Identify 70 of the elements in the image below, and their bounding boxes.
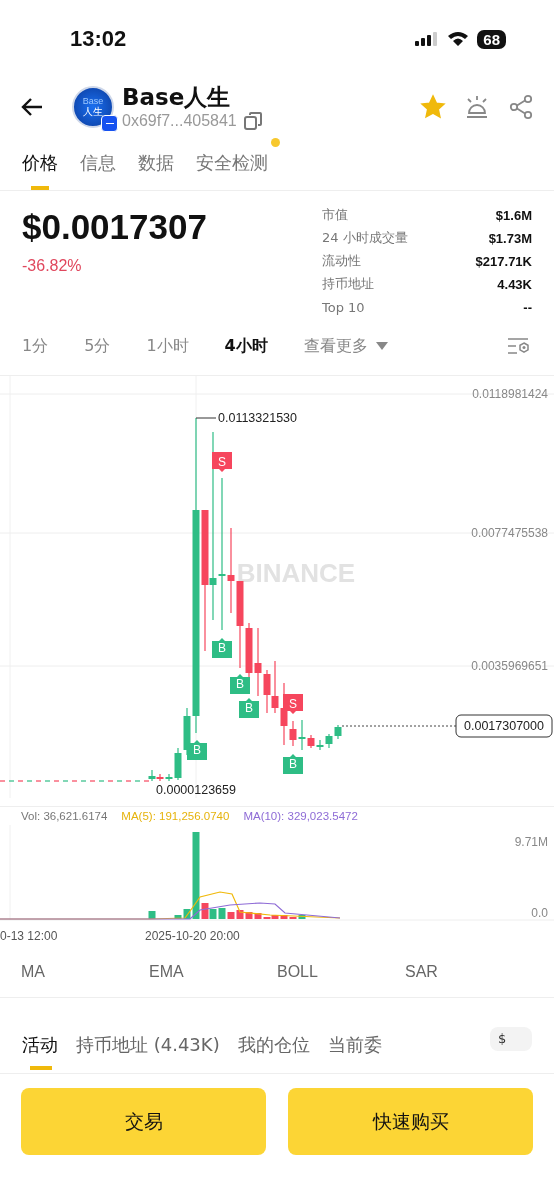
tab[interactable]: 当前委 [327, 1015, 382, 1073]
contract-address: 0x69f7...405841 [122, 112, 237, 130]
buy-marker: B [230, 674, 250, 694]
price-value: $0.0017307 [22, 206, 207, 248]
time-axis-label: 0-13 12:00 [0, 929, 58, 943]
price-axis-label: 0.0035969651 [471, 659, 548, 673]
stat-label: 24 小时成交量 [322, 229, 408, 247]
stat-value: $1.73M [488, 230, 532, 246]
back-arrow-icon[interactable] [20, 97, 44, 117]
currency-toggle[interactable]: $ [490, 1026, 532, 1051]
share-icon[interactable] [508, 94, 534, 120]
current-price-tag: 0.0017307000 [455, 714, 553, 738]
stat-label: 市值 [322, 206, 348, 224]
stat-label: 流动性 [322, 252, 361, 270]
tab[interactable]: 价格 [22, 136, 58, 190]
stat-value: -- [523, 299, 532, 315]
more-intervals-dropdown[interactable]: 查看更多 [303, 335, 388, 357]
buy-marker: B [283, 754, 303, 774]
stat-value: $217.71K [475, 253, 532, 269]
chain-badge-icon [101, 115, 118, 132]
battery-icon: 68 [477, 29, 506, 49]
interval-tab[interactable]: 1分 [22, 335, 49, 357]
chart-settings-icon[interactable] [506, 336, 532, 356]
interval-tab[interactable]: 1小时 [146, 335, 189, 357]
copy-icon[interactable] [242, 111, 263, 131]
buy-marker: B [239, 698, 259, 718]
tab[interactable]: 安全检测 [196, 136, 268, 190]
stat-value: $1.6M [495, 207, 532, 223]
indicator-tab[interactable]: BOLL [277, 963, 405, 981]
tab[interactable]: 数据 [138, 136, 174, 190]
indicator-tab[interactable]: EMA [149, 963, 277, 981]
signal-icon [415, 32, 440, 46]
caret-icon [375, 342, 388, 350]
status-time: 13:02 [70, 26, 127, 52]
high-price-label: 0.0113321530 [218, 411, 298, 425]
token-name: Base人生 [122, 83, 232, 111]
action-button[interactable]: 快速购买 [288, 1088, 533, 1155]
indicator-tab[interactable]: MA [21, 963, 149, 981]
tab[interactable]: 我的仓位 [237, 1015, 310, 1073]
volume-bar [148, 911, 156, 919]
price-axis-label: 0.0077475538 [471, 526, 548, 540]
star-icon[interactable] [420, 94, 446, 120]
volume-reading: Vol: 36,621.6174 [21, 810, 108, 822]
time-axis-label: 2025-10-20 20:00 [145, 929, 240, 943]
low-price-label: 0.0000123659 [156, 783, 236, 797]
tab[interactable]: 持币地址 (4.43K) [76, 1015, 220, 1073]
volume-axis-label: 0.0 [531, 906, 548, 920]
stat-label: Top 10 [322, 299, 365, 315]
stat-label: 持币地址 [322, 275, 374, 293]
buy-marker: B [187, 740, 207, 760]
logo-text: Base [82, 97, 104, 106]
volume-axis-label: 9.71M [514, 835, 548, 849]
wifi-icon [447, 31, 470, 47]
interval-tab[interactable]: 5分 [84, 335, 111, 357]
alarm-icon[interactable] [464, 94, 490, 120]
buy-marker: B [212, 638, 232, 658]
stat-value: 4.43K [497, 276, 532, 292]
interval-tab[interactable]: 4小时 [224, 335, 268, 357]
indicator-tab[interactable]: SAR [405, 963, 533, 981]
sell-marker: S [283, 694, 303, 714]
sell-marker: S [212, 452, 232, 472]
ma5-reading: MA(5): 191,256.0740 [121, 810, 230, 822]
price-axis-label: 0.0118981424 [472, 387, 548, 401]
action-button[interactable]: 交易 [21, 1088, 266, 1155]
ma10-reading: MA(10): 329,023.5472 [243, 810, 358, 822]
high-price-leader [195, 417, 217, 419]
tab[interactable]: 信息 [80, 136, 116, 190]
tab[interactable]: 活动 [22, 1015, 58, 1073]
logo-text: 人生 [83, 106, 103, 117]
price-change: -36.82% [22, 257, 83, 275]
